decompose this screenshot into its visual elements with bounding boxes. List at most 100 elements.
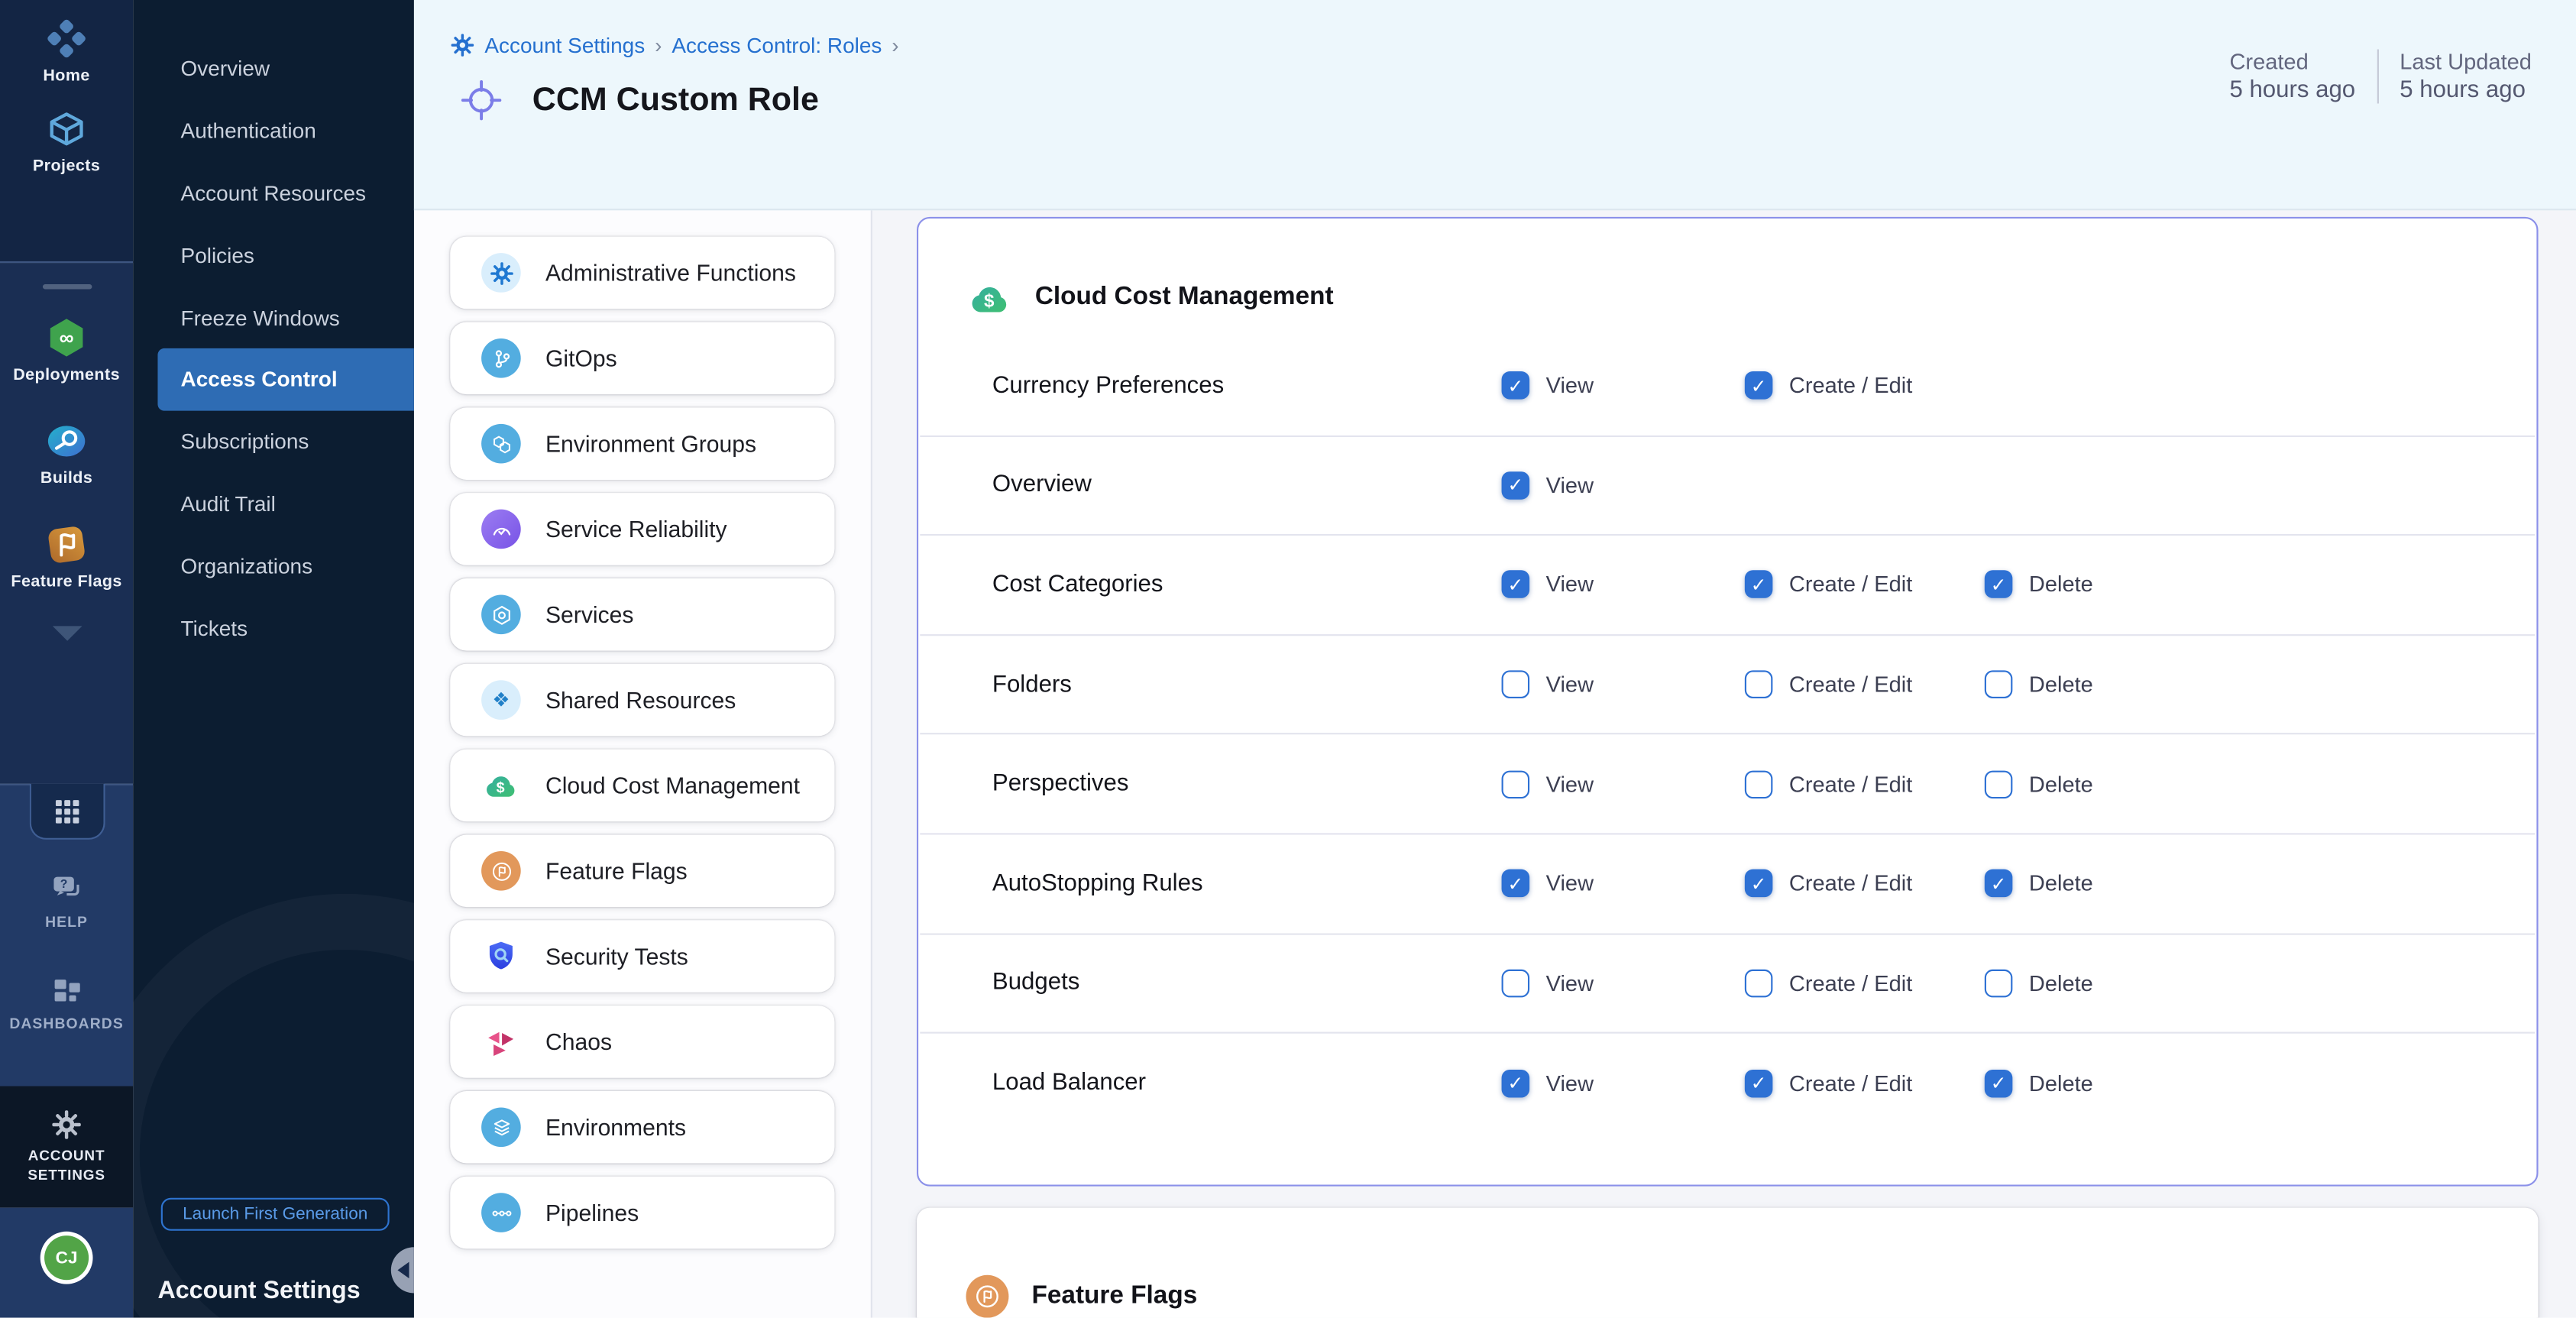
unchecked-checkbox[interactable]: [1985, 969, 2013, 997]
permission-label[interactable]: View: [1546, 772, 1594, 796]
breadcrumb-link[interactable]: Account Settings: [484, 33, 645, 57]
sidebar-item-freeze-windows[interactable]: Freeze Windows: [133, 287, 414, 348]
dashboards-icon: [48, 973, 84, 1009]
checked-checkbox[interactable]: [1745, 1070, 1773, 1098]
rail-item-feature-flags[interactable]: Feature Flags: [0, 523, 133, 591]
rail-item-dashboards[interactable]: DASHBOARDS: [0, 973, 133, 1031]
checked-checkbox[interactable]: [1502, 1070, 1530, 1098]
permission-label[interactable]: Create / Edit: [1789, 772, 1912, 796]
resource-group-environments[interactable]: Environments: [450, 1091, 834, 1164]
permission-label[interactable]: Create / Edit: [1789, 871, 1912, 895]
resource-group-label: Administrative Functions: [545, 260, 796, 286]
unchecked-checkbox[interactable]: [1502, 671, 1530, 699]
unchecked-checkbox[interactable]: [1502, 770, 1530, 798]
ccm-cloud-icon: $: [968, 275, 1012, 319]
resource-group-pipelines[interactable]: Pipelines: [450, 1177, 834, 1249]
collapse-nav-button[interactable]: [391, 1247, 414, 1293]
permission-label[interactable]: View: [1546, 374, 1594, 398]
module-rail: Home Projects ∞Deployments Builds Feature F…: [0, 0, 133, 1318]
rail-item-help[interactable]: ?HELP: [0, 871, 133, 930]
builds-icon: [44, 419, 89, 463]
unchecked-checkbox[interactable]: [1985, 770, 2013, 798]
checked-checkbox[interactable]: [1502, 869, 1530, 898]
rail-item-account-settings[interactable]: ACCOUNT SETTINGS: [0, 1086, 133, 1207]
launch-first-generation-button[interactable]: Launch First Generation: [161, 1198, 390, 1231]
permission-row-currency-preferences: Currency PreferencesViewCreate / Edit: [920, 337, 2535, 436]
permission-label[interactable]: Delete: [2029, 572, 2093, 597]
resource-group-shared-resources[interactable]: ❖Shared Resources: [450, 664, 834, 737]
permission-label[interactable]: Delete: [2029, 672, 2093, 697]
breadcrumb-gear-icon: [450, 33, 474, 57]
checked-checkbox[interactable]: [1745, 372, 1773, 400]
resource-group-service-reliability[interactable]: Service Reliability: [450, 493, 834, 565]
unchecked-checkbox[interactable]: [1745, 671, 1773, 699]
rail-item-projects[interactable]: Projects: [0, 107, 133, 176]
permission-label[interactable]: Delete: [2029, 971, 2093, 996]
permission-label[interactable]: View: [1546, 473, 1594, 497]
unchecked-checkbox[interactable]: [1745, 770, 1773, 798]
rail-item-home[interactable]: Home: [0, 17, 133, 86]
checked-checkbox[interactable]: [1502, 471, 1530, 500]
chevron-down-icon[interactable]: [52, 626, 82, 640]
role-target-icon: [460, 79, 503, 121]
checked-checkbox[interactable]: [1502, 571, 1530, 599]
permission-label[interactable]: Delete: [2029, 772, 2093, 796]
permission-label[interactable]: Delete: [2029, 871, 2093, 895]
resource-group-security-tests[interactable]: Security Tests: [450, 920, 834, 993]
checked-checkbox[interactable]: [1502, 372, 1530, 400]
sidebar-item-access-control[interactable]: Access Control: [157, 348, 413, 410]
permission-label[interactable]: Create / Edit: [1789, 374, 1912, 398]
user-avatar[interactable]: CJ: [44, 1235, 89, 1280]
sidebar-item-account-resources[interactable]: Account Resources: [133, 162, 414, 224]
svg-text:$: $: [984, 290, 995, 310]
permission-label[interactable]: View: [1546, 871, 1594, 895]
resource-group-cloud-cost-management[interactable]: $Cloud Cost Management: [450, 750, 834, 822]
permission-slot: Create / Edit: [1745, 869, 1912, 898]
resource-group-list: Administrative Functions GitOps Environmen…: [414, 210, 872, 1317]
resource-group-administrative-functions[interactable]: Administrative Functions: [450, 237, 834, 309]
app-window: Home Projects ∞Deployments Builds Feature F…: [0, 0, 2576, 1318]
resource-group-label: Security Tests: [545, 943, 688, 969]
account-settings-label: ACCOUNT SETTINGS: [28, 1146, 105, 1185]
permission-label[interactable]: View: [1546, 1071, 1594, 1096]
ccm-permissions-card: $ Cloud Cost Management Currency Prefere…: [917, 217, 2539, 1187]
permission-label[interactable]: Create / Edit: [1789, 672, 1912, 697]
rail-item-builds[interactable]: Builds: [0, 419, 133, 487]
resource-group-feature-flags[interactable]: Feature Flags: [450, 834, 834, 907]
rail-item-label: Home: [43, 67, 89, 86]
sidebar-item-policies[interactable]: Policies: [133, 224, 414, 286]
checked-checkbox[interactable]: [1985, 571, 2013, 599]
sidebar-item-audit-trail[interactable]: Audit Trail: [133, 472, 414, 534]
rail-section-avatar: CJ: [0, 1208, 133, 1318]
permission-label[interactable]: Delete: [2029, 1071, 2093, 1096]
unchecked-checkbox[interactable]: [1502, 969, 1530, 997]
sidebar-item-tickets[interactable]: Tickets: [133, 597, 414, 659]
permission-label[interactable]: View: [1546, 572, 1594, 597]
resource-group-chaos[interactable]: Chaos: [450, 1006, 834, 1078]
sidebar-item-authentication[interactable]: Authentication: [133, 100, 414, 162]
unchecked-checkbox[interactable]: [1985, 671, 2013, 699]
permission-label[interactable]: Create / Edit: [1789, 572, 1912, 597]
gear-icon: [51, 1109, 83, 1140]
permission-slot: Delete: [1985, 869, 2093, 898]
permission-label[interactable]: View: [1546, 971, 1594, 996]
module-picker-button[interactable]: [29, 784, 105, 840]
permission-row-label: Folders: [992, 672, 1072, 698]
sidebar-item-subscriptions[interactable]: Subscriptions: [133, 410, 414, 472]
checked-checkbox[interactable]: [1745, 869, 1773, 898]
checked-checkbox[interactable]: [1745, 571, 1773, 599]
breadcrumb-link[interactable]: Access Control: Roles: [672, 33, 882, 57]
sidebar-item-organizations[interactable]: Organizations: [133, 535, 414, 597]
resource-group-services[interactable]: Services: [450, 578, 834, 651]
unchecked-checkbox[interactable]: [1745, 969, 1773, 997]
permission-label[interactable]: View: [1546, 672, 1594, 697]
checked-checkbox[interactable]: [1985, 869, 2013, 898]
permission-label[interactable]: Create / Edit: [1789, 1071, 1912, 1096]
resource-group-environment-groups[interactable]: Environment Groups: [450, 407, 834, 480]
permission-label[interactable]: Create / Edit: [1789, 971, 1912, 996]
resource-group-gitops[interactable]: GitOps: [450, 322, 834, 394]
rail-item-deployments[interactable]: ∞Deployments: [0, 316, 133, 384]
resource-group-label: Cloud Cost Management: [545, 772, 800, 798]
sidebar-item-overview[interactable]: Overview: [133, 37, 414, 99]
checked-checkbox[interactable]: [1985, 1070, 2013, 1098]
